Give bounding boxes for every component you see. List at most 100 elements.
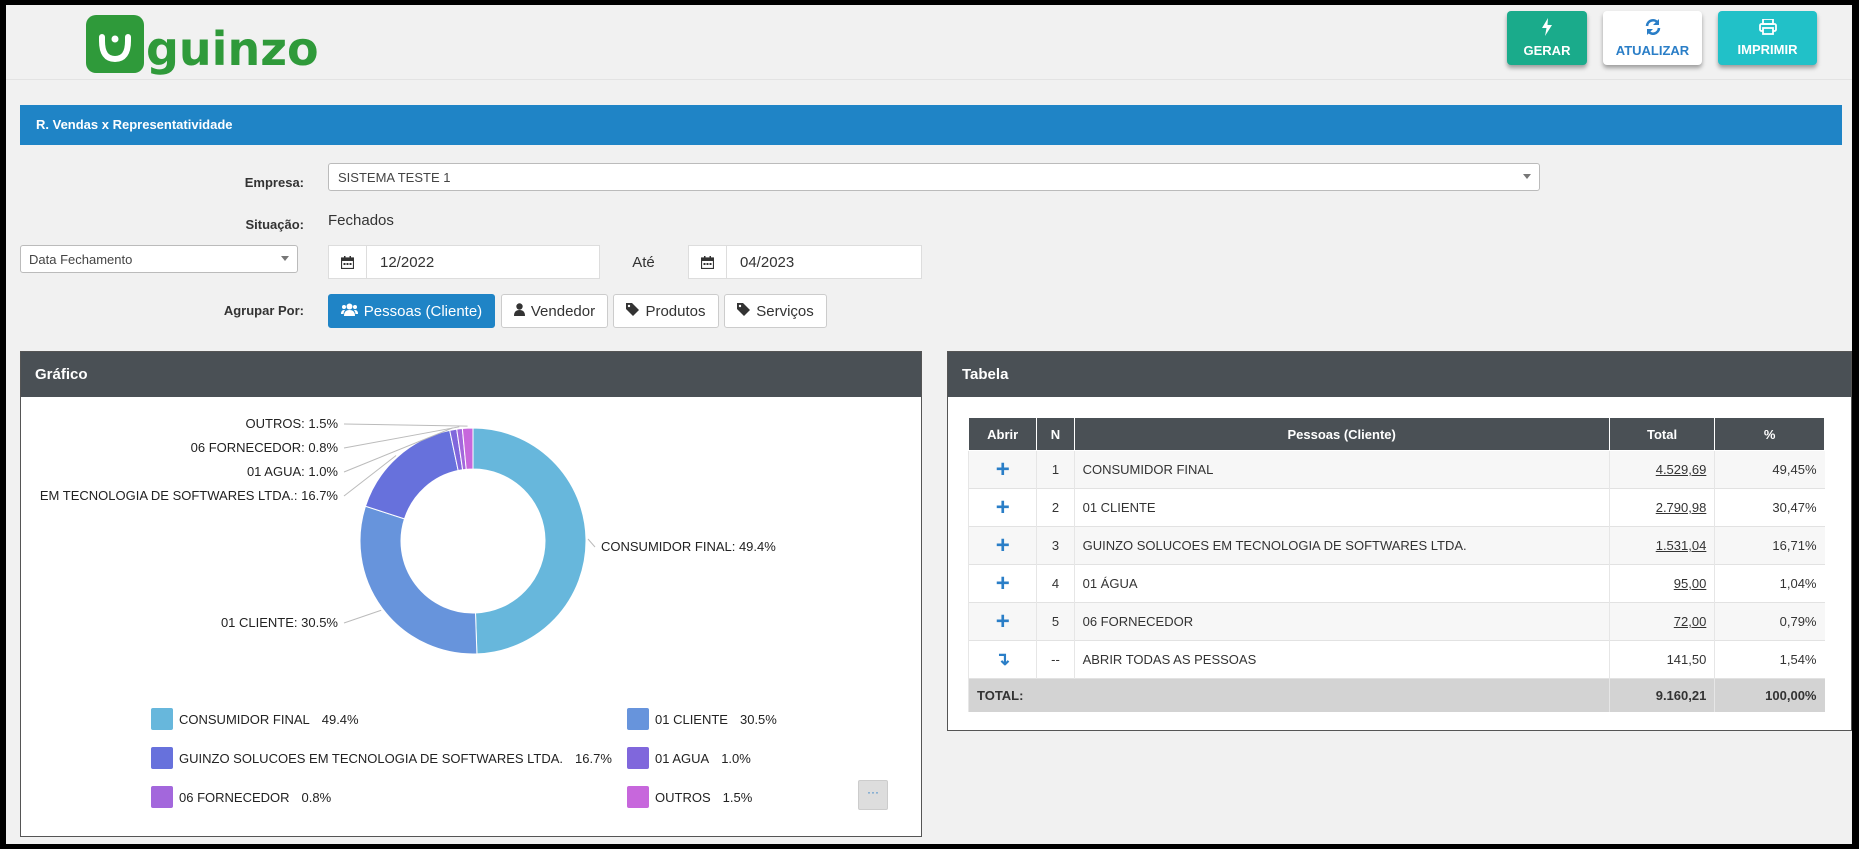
pie-slice[interactable] xyxy=(364,429,459,520)
plus-icon: + xyxy=(995,569,1010,597)
legend-value: 1.5% xyxy=(722,789,753,805)
expand-button[interactable]: + xyxy=(967,488,1037,527)
row-total[interactable]: 72,00 xyxy=(1674,614,1707,629)
calendar-icon xyxy=(329,246,367,278)
ate-label: Até xyxy=(632,253,655,271)
expand-button[interactable]: + xyxy=(967,450,1037,489)
row-pct: 1,54% xyxy=(1714,640,1825,679)
legend-swatch xyxy=(627,708,649,730)
legend-item[interactable]: GUINZO SOLUCOES EM TECNOLOGIA DE SOFTWAR… xyxy=(151,747,612,769)
empresa-select[interactable]: SISTEMA TESTE 1 xyxy=(328,163,1540,191)
legend-item[interactable]: CONSUMIDOR FINAL 49.4% xyxy=(151,708,359,730)
row-total-link[interactable]: 2.790,98 xyxy=(1608,488,1715,527)
agrupar-label: Agrupar Por: xyxy=(223,303,304,318)
expand-button[interactable]: + xyxy=(967,564,1037,603)
legend-swatch xyxy=(151,708,173,730)
chevron-down-icon xyxy=(1523,174,1531,179)
date-type-value: Data Fechamento xyxy=(29,252,133,267)
legend-label: CONSUMIDOR FINAL xyxy=(179,711,310,727)
row-pct: 0,79% xyxy=(1714,602,1825,641)
plus-icon: + xyxy=(995,607,1010,635)
col-pct[interactable]: % xyxy=(1714,417,1825,451)
agrupar-servicos-label: Serviços xyxy=(756,302,814,320)
plus-icon: + xyxy=(995,531,1010,559)
agrupar-produtos-button[interactable]: Produtos xyxy=(613,294,719,328)
row-total-link[interactable]: 95,00 xyxy=(1608,564,1715,603)
agrupar-servicos-button[interactable]: Serviços xyxy=(724,294,827,328)
col-pessoas[interactable]: Pessoas (Cliente) xyxy=(1073,417,1610,451)
date-to-input[interactable]: 04/2023 xyxy=(727,246,807,278)
user-icon xyxy=(513,302,525,320)
legend-label: GUINZO SOLUCOES EM TECNOLOGIA DE SOFTWAR… xyxy=(179,750,564,766)
legend-item[interactable]: 01 AGUA 1.0% xyxy=(627,747,751,769)
table-panel: Tabela Abrir N Pessoas (Cliente) Total %… xyxy=(947,351,1852,731)
table-row: +4 01 ÁGUA 95,00 1,04% xyxy=(967,564,1825,603)
row-name: 06 FORNECEDOR xyxy=(1073,602,1610,641)
row-total[interactable]: 95,00 xyxy=(1674,576,1707,591)
expand-button[interactable]: + xyxy=(967,602,1037,641)
gerar-button[interactable]: GERAR xyxy=(1507,11,1587,65)
atualizar-label: ATUALIZAR xyxy=(1615,43,1690,58)
table-row-open-all: ↴ -- ABRIR TODAS AS PESSOAS 141,50 1,54% xyxy=(967,640,1825,679)
expand-button[interactable]: + xyxy=(967,526,1037,565)
row-total[interactable]: 2.790,98 xyxy=(1656,500,1707,515)
col-n: N xyxy=(1036,417,1075,451)
date-type-select[interactable]: Data Fechamento xyxy=(20,245,298,273)
row-total-link[interactable]: 1.531,04 xyxy=(1608,526,1715,565)
date-from-field[interactable]: 12/2022 xyxy=(328,245,600,279)
label-leader-line xyxy=(343,423,468,427)
imprimir-button[interactable]: IMPRIMIR xyxy=(1718,11,1817,65)
empresa-label: Empresa: xyxy=(244,175,304,190)
row-total-link[interactable]: 4.529,69 xyxy=(1608,450,1715,489)
row-name: CONSUMIDOR FINAL xyxy=(1073,450,1610,489)
users-icon xyxy=(340,303,358,320)
table-row: +3 GUINZO SOLUCOES EM TECNOLOGIA DE SOFTW… xyxy=(967,526,1825,565)
total-label: TOTAL: xyxy=(968,678,1610,712)
tag-icon xyxy=(737,302,751,320)
slice-label: CONSUMIDOR FINAL: 49.4% xyxy=(601,539,776,554)
row-total[interactable]: 1.531,04 xyxy=(1656,538,1707,553)
legend-item[interactable]: 06 FORNECEDOR 0.8% xyxy=(151,786,331,808)
row-n: -- xyxy=(1036,640,1075,679)
legend-value: 49.4% xyxy=(321,711,359,727)
pie-slice[interactable] xyxy=(472,427,587,655)
table-panel-title: Tabela xyxy=(948,352,1851,397)
legend-item[interactable]: 01 CLIENTE 30.5% xyxy=(627,708,777,730)
legend-more-button[interactable]: ··· xyxy=(858,780,888,810)
row-n: 1 xyxy=(1036,450,1075,489)
tag-icon xyxy=(626,302,640,320)
agrupar-vendedor-label: Vendedor xyxy=(530,302,596,320)
legend-swatch xyxy=(627,786,649,808)
plus-icon: + xyxy=(995,493,1010,521)
row-total[interactable]: 4.529,69 xyxy=(1656,462,1707,477)
row-pct: 49,45% xyxy=(1714,450,1825,489)
row-pct: 30,47% xyxy=(1714,488,1825,527)
row-pct: 16,71% xyxy=(1714,526,1825,565)
total-pct: 100,00% xyxy=(1714,678,1825,712)
gerar-label: GERAR xyxy=(1523,43,1571,58)
row-name: ABRIR TODAS AS PESSOAS xyxy=(1073,640,1610,679)
agrupar-pessoas-button[interactable]: Pessoas (Cliente) xyxy=(328,294,495,328)
date-to-field[interactable]: 04/2023 xyxy=(688,245,922,279)
label-leader-line xyxy=(343,609,382,624)
legend-item[interactable]: OUTROS 1.5% xyxy=(627,786,752,808)
col-total[interactable]: Total xyxy=(1608,417,1716,451)
table-row: +1 CONSUMIDOR FINAL 4.529,69 49,45% xyxy=(967,450,1825,489)
legend-label: 06 FORNECEDOR xyxy=(179,789,290,805)
empresa-value: SISTEMA TESTE 1 xyxy=(338,170,451,185)
logo: guinzo xyxy=(86,11,319,77)
table-header-row: Abrir N Pessoas (Cliente) Total % xyxy=(967,417,1825,451)
legend-swatch xyxy=(627,747,649,769)
row-total-link[interactable]: 72,00 xyxy=(1608,602,1715,641)
pie-slice[interactable] xyxy=(359,505,478,655)
row-name: 01 CLIENTE xyxy=(1073,488,1610,527)
atualizar-button[interactable]: ATUALIZAR xyxy=(1603,11,1702,65)
logo-text: guinzo xyxy=(146,22,319,76)
legend-value: 16.7% xyxy=(575,750,612,766)
total-value: 9.160,21 xyxy=(1608,678,1715,712)
open-all-button[interactable]: ↴ xyxy=(967,640,1037,679)
row-total: 141,50 xyxy=(1608,640,1715,679)
agrupar-vendedor-button[interactable]: Vendedor xyxy=(501,294,608,328)
plus-icon: + xyxy=(995,455,1010,483)
date-from-input[interactable]: 12/2022 xyxy=(367,246,447,278)
